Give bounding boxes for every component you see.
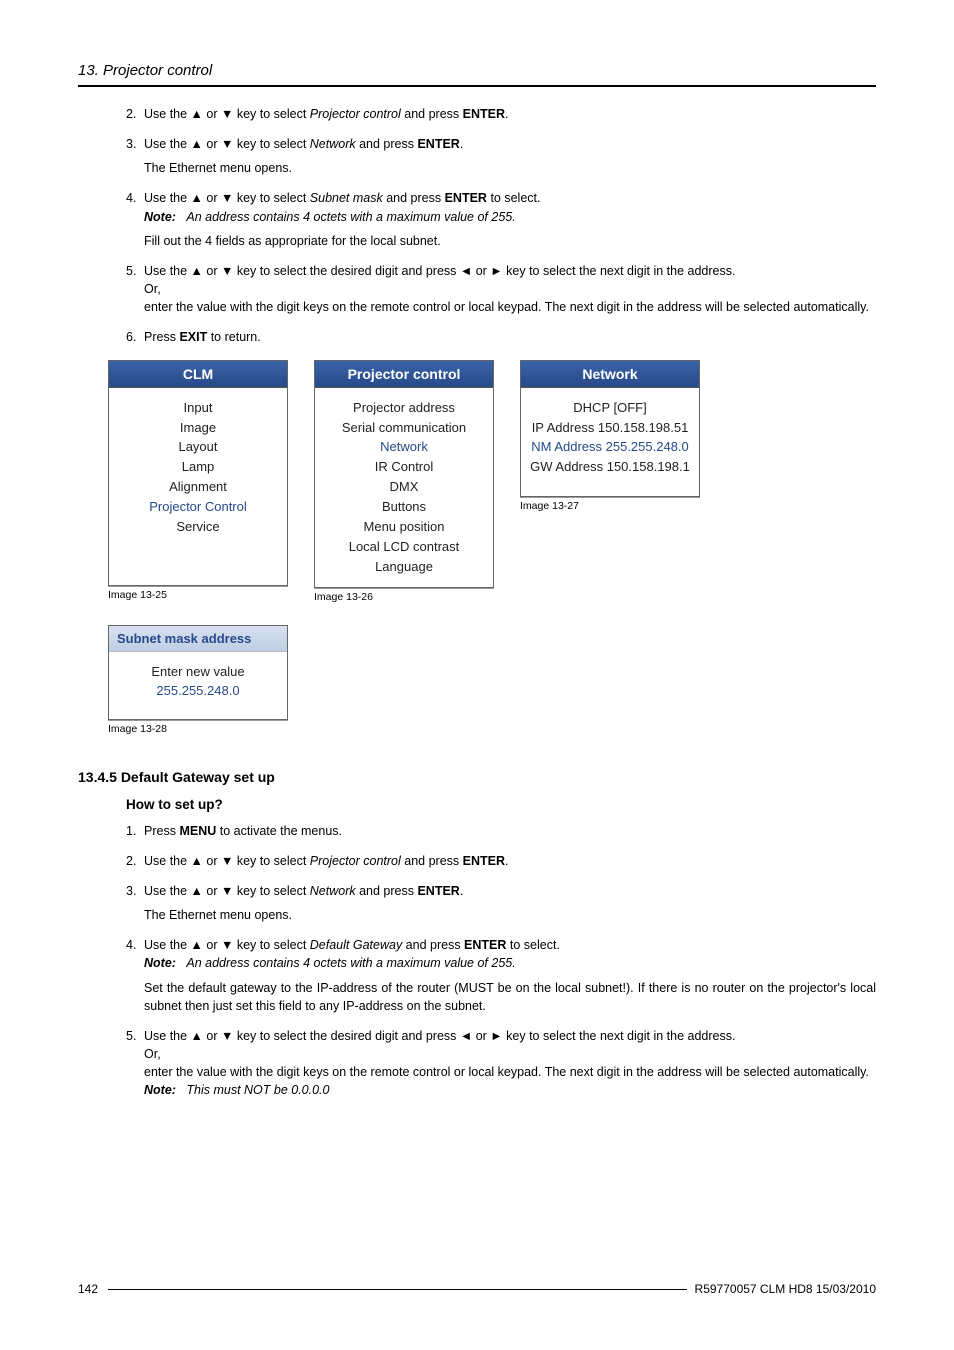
steps-list-a: 2. Use the ▲ or ▼ key to select Projecto… [126,105,876,346]
step-subtext: The Ethernet menu opens. [144,906,876,924]
menu-item-selected: Projector Control [109,497,287,517]
step-6: 6. Press EXIT to return. [126,328,876,346]
menu-item: Input [109,398,287,418]
main-content: 2. Use the ▲ or ▼ key to select Projecto… [126,105,876,1099]
step-number: 2. [126,852,136,870]
subnet-body: Enter new value 255.255.248.0 [109,652,287,719]
step-text: Use the ▲ or ▼ key to select the desired… [144,1029,735,1043]
menu-item: Projector address [315,398,493,418]
step-number: 2. [126,105,136,123]
step-2: 2. Use the ▲ or ▼ key to select Projecto… [126,105,876,123]
subnet-mask-box: Subnet mask address Enter new value 255.… [108,625,288,720]
menu-item-selected: NM Address 255.255.248.0 [521,438,699,458]
page: 13. Projector control 2. Use the ▲ or ▼ … [0,0,954,1350]
step-text: Press EXIT to return. [144,330,261,344]
figure-caption: Image 13-28 [108,723,876,735]
menu-item: DHCP [OFF] [521,398,699,418]
step-subtext: The Ethernet menu opens. [144,159,876,177]
menu-body: Projector address Serial communication N… [315,388,493,587]
menu-network: Network DHCP [OFF] IP Address 150.158.19… [520,360,700,496]
step-number: 3. [126,882,136,900]
menu-title: CLM [109,361,287,388]
step-text: Use the ▲ or ▼ key to select the desired… [144,264,735,278]
figure-13-26: Projector control Projector address Seri… [314,360,494,603]
menu-title: Network [521,361,699,388]
menu-item: Lamp [109,458,287,478]
page-number: 142 [78,1282,98,1296]
menu-item: Layout [109,438,287,458]
step-text: Use the ▲ or ▼ key to select Subnet mask… [144,191,540,205]
section-heading: 13.4.5 Default Gateway set up [78,769,876,785]
step-number: 5. [126,1027,136,1045]
step-b4: 4. Use the ▲ or ▼ key to select Default … [126,936,876,1015]
step-4: 4. Use the ▲ or ▼ key to select Subnet m… [126,189,876,249]
step-5: 5. Use the ▲ or ▼ key to select the desi… [126,262,876,316]
menu-item: Local LCD contrast [315,537,493,557]
footer: 142 R59770057 CLM HD8 15/03/2010 [78,1282,876,1296]
step-b1: 1. Press MENU to activate the menus. [126,822,876,840]
step-note: Note: An address contains 4 octets with … [144,210,516,224]
step-b5: 5. Use the ▲ or ▼ key to select the desi… [126,1027,876,1100]
figure-caption: Image 13-25 [108,589,288,601]
figure-13-27: Network DHCP [OFF] IP Address 150.158.19… [520,360,700,511]
step-text: Press MENU to activate the menus. [144,824,342,838]
menu-item: Language [315,557,493,577]
step-number: 3. [126,135,136,153]
step-b3: 3. Use the ▲ or ▼ key to select Network … [126,882,876,924]
step-or: Or, [144,1047,161,1061]
figure-caption: Image 13-27 [520,500,700,512]
step-text: Use the ▲ or ▼ key to select Projector c… [144,854,509,868]
menu-item: Buttons [315,497,493,517]
menu-item: IP Address 150.158.198.51 [521,418,699,438]
step-text2: enter the value with the digit keys on t… [144,1065,869,1079]
sub-heading: How to set up? [126,797,876,812]
subnet-value: 255.255.248.0 [109,681,287,701]
menu-item: Menu position [315,517,493,537]
step-text2: enter the value with the digit keys on t… [144,300,869,314]
figure-13-28: Subnet mask address Enter new value 255.… [108,625,876,735]
menu-item: Image [109,418,287,438]
menu-item: Alignment [109,478,287,498]
step-text: Use the ▲ or ▼ key to select Network and… [144,884,463,898]
steps-list-b: 1. Press MENU to activate the menus. 2. … [126,822,876,1100]
step-or: Or, [144,282,161,296]
figure-caption: Image 13-26 [314,591,494,603]
menu-projector-control: Projector control Projector address Seri… [314,360,494,588]
step-number: 5. [126,262,136,280]
figures-row: CLM Input Image Layout Lamp Alignment Pr… [108,360,876,603]
step-text: Use the ▲ or ▼ key to select Projector c… [144,107,509,121]
menu-item: Serial communication [315,418,493,438]
step-number: 1. [126,822,136,840]
step-text: Use the ▲ or ▼ key to select Default Gat… [144,938,560,952]
step-subtext: Fill out the 4 fields as appropriate for… [144,232,876,250]
footer-rule [108,1289,687,1290]
menu-item-selected: Network [315,438,493,458]
menu-item: IR Control [315,458,493,478]
header-rule [78,85,876,87]
step-note: Note: This must NOT be 0.0.0.0 [144,1083,329,1097]
menu-clm: CLM Input Image Layout Lamp Alignment Pr… [108,360,288,586]
subnet-title: Subnet mask address [109,626,287,652]
step-3: 3. Use the ▲ or ▼ key to select Network … [126,135,876,177]
figure-13-25: CLM Input Image Layout Lamp Alignment Pr… [108,360,288,601]
step-number: 6. [126,328,136,346]
step-number: 4. [126,189,136,207]
menu-title: Projector control [315,361,493,388]
footer-doc-id: R59770057 CLM HD8 15/03/2010 [695,1282,876,1296]
menu-body: DHCP [OFF] IP Address 150.158.198.51 NM … [521,388,699,495]
menu-body: Input Image Layout Lamp Alignment Projec… [109,388,287,585]
step-note: Note: An address contains 4 octets with … [144,956,516,970]
menu-item: Service [109,517,287,537]
step-text: Use the ▲ or ▼ key to select Network and… [144,137,463,151]
menu-item: GW Address 150.158.198.1 [521,458,699,478]
step-subtext: Set the default gateway to the IP-addres… [144,979,876,1015]
menu-item: DMX [315,478,493,498]
step-b2: 2. Use the ▲ or ▼ key to select Projecto… [126,852,876,870]
running-head: 13. Projector control [78,62,876,79]
step-number: 4. [126,936,136,954]
subnet-line1: Enter new value [109,662,287,682]
